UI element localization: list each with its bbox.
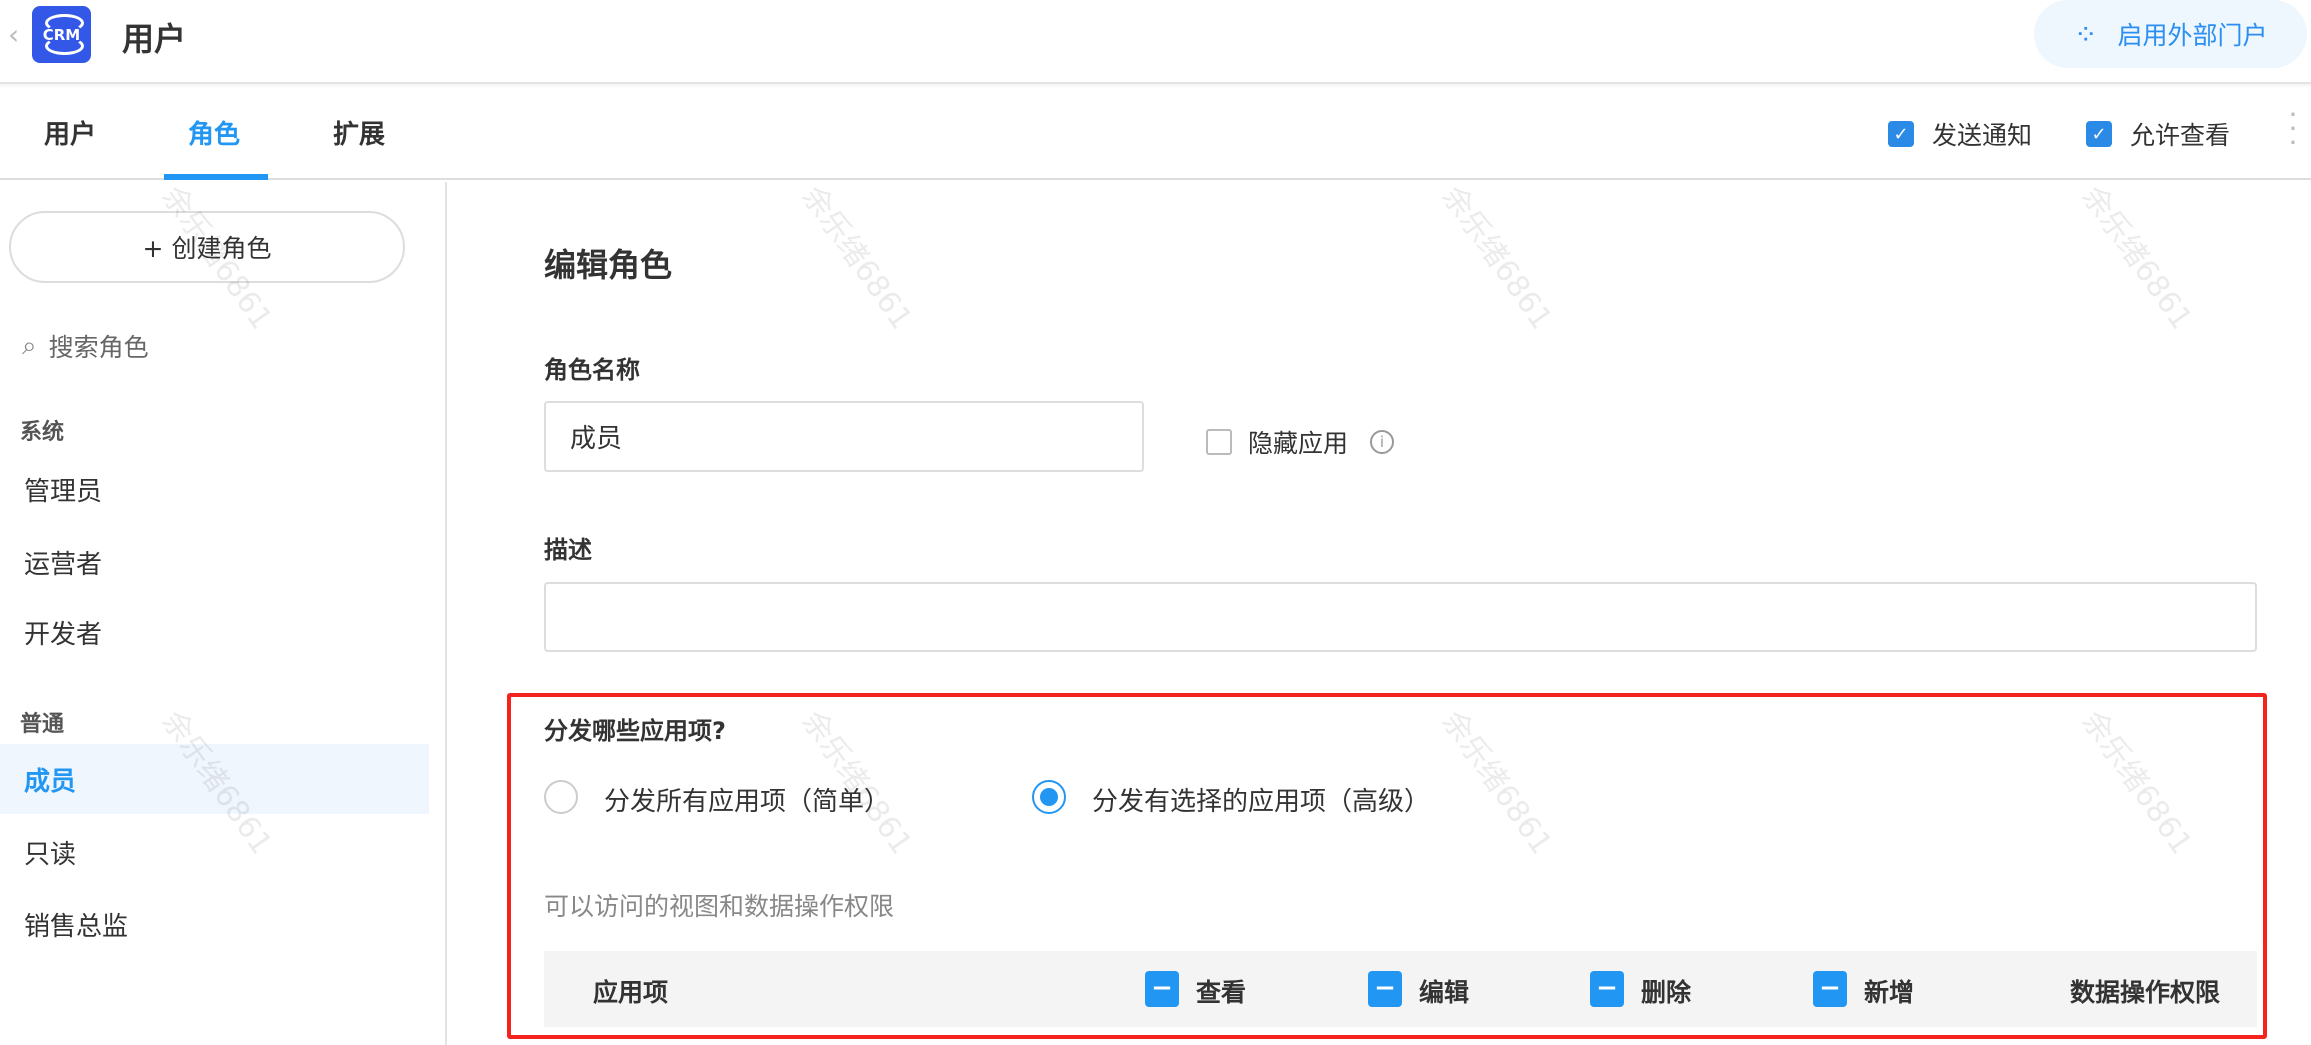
radio-distribute-all[interactable]	[544, 780, 578, 814]
more-icon[interactable]: · · ·	[2286, 101, 2300, 157]
send-notice-checkbox[interactable]: ✓ 发送通知	[1888, 116, 2032, 152]
radio-distribute-all-label[interactable]: 分发所有应用项（简单）	[604, 781, 890, 818]
radio-distribute-selected[interactable]	[1032, 780, 1066, 814]
tab-users[interactable]: 用户	[44, 114, 96, 151]
app-header: ‹ CRM 用户 ⁘ 启用外部门户	[0, 0, 2311, 84]
radio-distribute-selected-label[interactable]: 分发有选择的应用项（高级）	[1092, 781, 1430, 818]
description-label: 描述	[544, 536, 592, 564]
description-input[interactable]	[544, 582, 2257, 652]
col-add: 新增	[1864, 978, 1915, 1007]
col-data-permission: 数据操作权限	[2070, 978, 2221, 1007]
search-icon: ⌕	[22, 330, 37, 361]
portal-icon: ⁘	[2074, 17, 2098, 51]
edit-toggle-all-icon[interactable]: −	[1368, 971, 1402, 1007]
enable-portal-button[interactable]: ⁘ 启用外部门户	[2034, 0, 2307, 68]
role-name-input[interactable]: 成员	[544, 401, 1144, 472]
col-delete: 删除	[1641, 978, 1692, 1007]
watermark: 余乐绪6861	[1434, 179, 1559, 336]
page-title: 用户	[122, 20, 187, 58]
search-role-input[interactable]: ⌕ 搜索角色	[22, 328, 149, 364]
crm-logo: CRM	[32, 6, 91, 63]
hide-app-checkbox[interactable]: 隐藏应用 i	[1206, 424, 1395, 460]
create-role-button[interactable]: + 创建角色	[9, 211, 405, 283]
info-icon[interactable]: i	[1370, 430, 1395, 454]
permissions-table-header: 应用项 − 查看 − 编辑 − 删除 − 新增 数据操作权限	[544, 951, 2257, 1027]
watermark: 余乐绪6861	[2074, 179, 2199, 336]
role-sidebar: + 创建角色 ⌕ 搜索角色 系统 管理员 运营者 开发者 普通 成员 只读 销售…	[0, 182, 447, 1045]
tab-bar: 用户 角色 扩展 ✓ 发送通知 ✓ 允许查看 · · ·	[0, 86, 2311, 180]
watermark: 余乐绪6861	[2074, 704, 2199, 861]
col-view: 查看	[1196, 978, 1247, 1007]
role-item-developer[interactable]: 开发者	[0, 597, 429, 667]
role-item-admin[interactable]: 管理员	[0, 454, 429, 524]
group-label-normal: 普通	[20, 712, 65, 737]
distribute-label: 分发哪些应用项?	[544, 717, 726, 745]
view-toggle-all-icon[interactable]: −	[1145, 971, 1179, 1007]
watermark: 余乐绪6861	[794, 179, 919, 336]
allow-view-checkbox[interactable]: ✓ 允许查看	[2086, 116, 2230, 152]
role-item-readonly[interactable]: 只读	[0, 817, 429, 887]
tab-roles[interactable]: 角色	[188, 114, 240, 151]
col-edit: 编辑	[1419, 978, 1470, 1007]
tab-extensions[interactable]: 扩展	[333, 114, 385, 151]
role-item-sales-director[interactable]: 销售总监	[0, 889, 429, 959]
form-title: 编辑角色	[544, 246, 673, 284]
checkbox-checked-icon: ✓	[2086, 121, 2112, 147]
add-toggle-all-icon[interactable]: −	[1813, 971, 1847, 1007]
permissions-hint: 可以访问的视图和数据操作权限	[544, 892, 895, 921]
delete-toggle-all-icon[interactable]: −	[1590, 971, 1624, 1007]
role-name-label: 角色名称	[544, 356, 640, 384]
group-label-system: 系统	[20, 420, 65, 445]
active-tab-indicator	[164, 174, 268, 180]
role-item-operator[interactable]: 运营者	[0, 527, 429, 597]
checkbox-unchecked-icon	[1206, 429, 1232, 455]
checkbox-checked-icon: ✓	[1888, 121, 1914, 147]
role-item-member[interactable]: 成员	[0, 744, 429, 814]
back-icon[interactable]: ‹	[8, 18, 19, 51]
watermark: 余乐绪6861	[1434, 704, 1559, 861]
col-app: 应用项	[593, 978, 669, 1007]
